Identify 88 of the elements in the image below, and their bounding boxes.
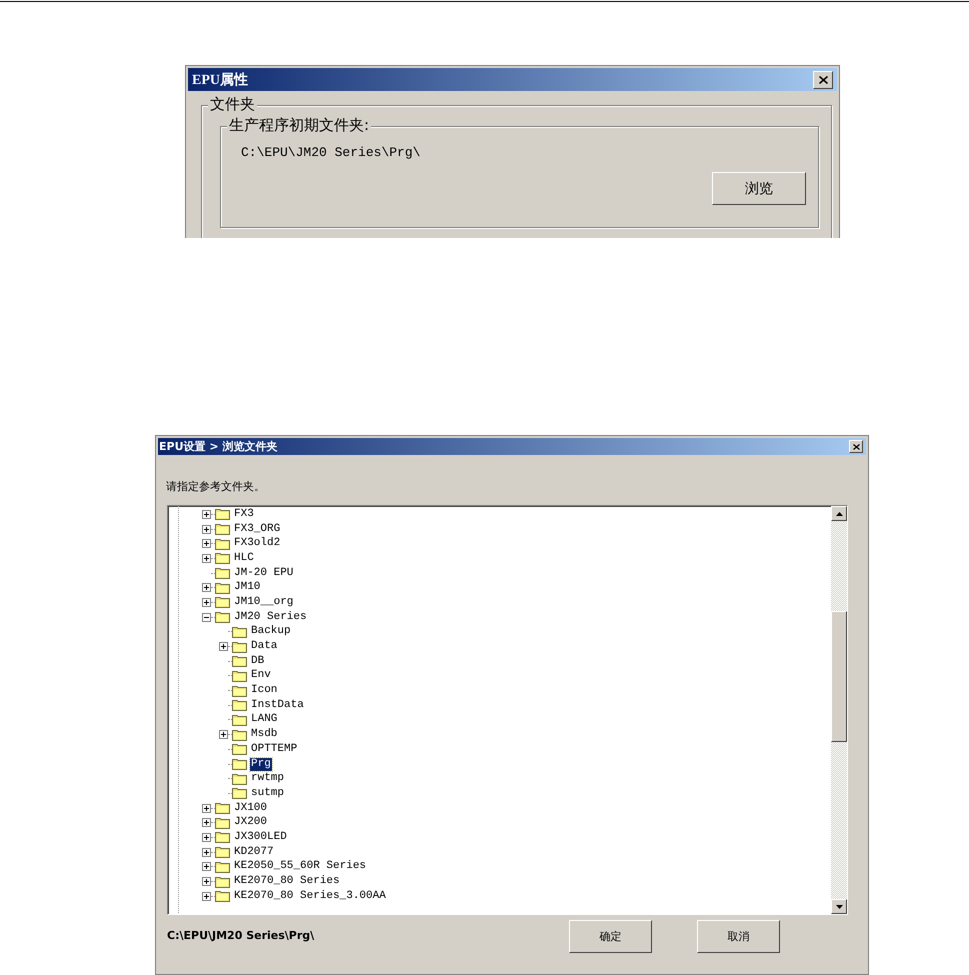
folder-name[interactable]: KE2050_55_60R Series	[233, 860, 368, 874]
folder-name[interactable]: Msdb	[250, 728, 278, 742]
folder-name[interactable]: FX3	[233, 508, 255, 521]
folder-icon	[232, 758, 247, 770]
folder-icon	[232, 787, 247, 800]
close-icon	[852, 444, 860, 450]
folder-name[interactable]: KE2070_80 Series_3.00AA	[233, 890, 387, 903]
folder-name[interactable]: LANG	[250, 713, 278, 726]
folder-name[interactable]: JX200	[233, 816, 268, 830]
folder-icon	[215, 508, 230, 520]
folder-icon	[215, 567, 230, 580]
folder-name[interactable]: FX3_ORG	[233, 522, 282, 536]
collapse-icon[interactable]	[202, 612, 211, 622]
folder-icon	[215, 523, 230, 536]
folder-name[interactable]: OPTTEMP	[250, 742, 298, 756]
expand-icon[interactable]	[202, 539, 211, 548]
group-label: 文件夹	[208, 95, 257, 114]
folder-icon	[215, 596, 230, 608]
scrollbar[interactable]	[831, 506, 847, 914]
folder-name[interactable]: Env	[250, 669, 272, 682]
selected-path: C:\EPU\JM20 Series\Prg\	[167, 928, 316, 942]
window-title: EPU设置 > 浏览文件夹	[159, 439, 278, 454]
folder-icon	[232, 743, 247, 756]
expand-icon[interactable]	[202, 554, 211, 563]
folder-name[interactable]: JX100	[233, 802, 268, 815]
browse-button[interactable]: 浏览	[712, 172, 806, 205]
folder-name[interactable]: FX3old2	[233, 537, 282, 550]
folder-icon	[232, 684, 247, 697]
close-button[interactable]	[849, 440, 863, 453]
folder-icon	[232, 772, 247, 785]
expand-icon[interactable]	[202, 848, 211, 857]
folder-icon	[215, 816, 230, 829]
folder-icon	[215, 611, 230, 624]
folder-icon	[215, 802, 230, 814]
folder-icon	[232, 699, 247, 712]
folder-icon	[215, 582, 230, 594]
folder-icon	[232, 640, 247, 653]
expand-icon[interactable]	[202, 598, 211, 607]
expand-icon[interactable]	[202, 804, 211, 813]
folder-name[interactable]: JM10	[233, 581, 262, 594]
folder-name[interactable]: Backup	[250, 625, 292, 638]
expand-icon[interactable]	[202, 818, 211, 828]
folder-icon	[232, 728, 247, 741]
folder-icon	[215, 890, 230, 902]
folder-name[interactable]: KE2070_80 Series	[233, 875, 341, 888]
folder-icon	[232, 714, 247, 726]
folder-path: C:\EPU\JM20 Series\Prg\	[241, 145, 422, 160]
expand-icon[interactable]	[219, 730, 228, 740]
folder-name[interactable]: JX300LED	[233, 830, 288, 844]
scroll-up-icon	[836, 512, 842, 516]
cancel-button[interactable]: 取消	[697, 920, 780, 953]
folder-name[interactable]: Icon	[250, 684, 278, 698]
expand-icon[interactable]	[202, 510, 211, 519]
prompt-text: 请指定参考文件夹。	[166, 479, 266, 495]
expand-icon[interactable]	[202, 583, 211, 592]
folder-name[interactable]: HLC	[233, 552, 255, 565]
ok-button[interactable]: 确定	[569, 920, 652, 953]
folder-name[interactable]: sutmp	[250, 786, 286, 800]
folder-name[interactable]: Prg	[250, 758, 272, 771]
close-icon	[818, 76, 828, 84]
folder-name[interactable]: JM10__org	[233, 596, 294, 609]
expand-icon[interactable]	[202, 877, 211, 886]
expand-icon[interactable]	[202, 524, 211, 534]
folder-icon	[215, 538, 230, 550]
folder-icon	[232, 626, 247, 638]
folder-name[interactable]: rwtmp	[250, 772, 286, 786]
folder-name[interactable]: KD2077	[233, 846, 275, 859]
folder-icon	[215, 846, 230, 858]
expand-icon[interactable]	[202, 892, 211, 901]
folder-icon	[215, 831, 230, 844]
scroll-down-icon	[836, 904, 842, 908]
folder-name[interactable]: JM-20 EPU	[233, 566, 294, 580]
close-button[interactable]	[813, 70, 833, 88]
expand-icon[interactable]	[219, 642, 228, 652]
folder-name[interactable]: Data	[250, 640, 278, 654]
folder-name[interactable]: JM20 Series	[233, 610, 308, 624]
group-label: 生产程序初期文件夹:	[227, 116, 372, 135]
folder-icon	[215, 552, 230, 564]
folder-icon	[232, 655, 247, 668]
folder-name[interactable]: InstData	[250, 698, 305, 712]
expand-icon[interactable]	[202, 862, 211, 872]
folder-icon	[215, 860, 230, 873]
scroll-thumb[interactable]	[831, 611, 847, 742]
folder-icon	[232, 670, 247, 682]
expand-icon[interactable]	[202, 832, 211, 842]
folder-icon	[215, 876, 230, 888]
folder-name[interactable]: DB	[250, 654, 266, 668]
window-title: EPU属性	[192, 71, 248, 88]
